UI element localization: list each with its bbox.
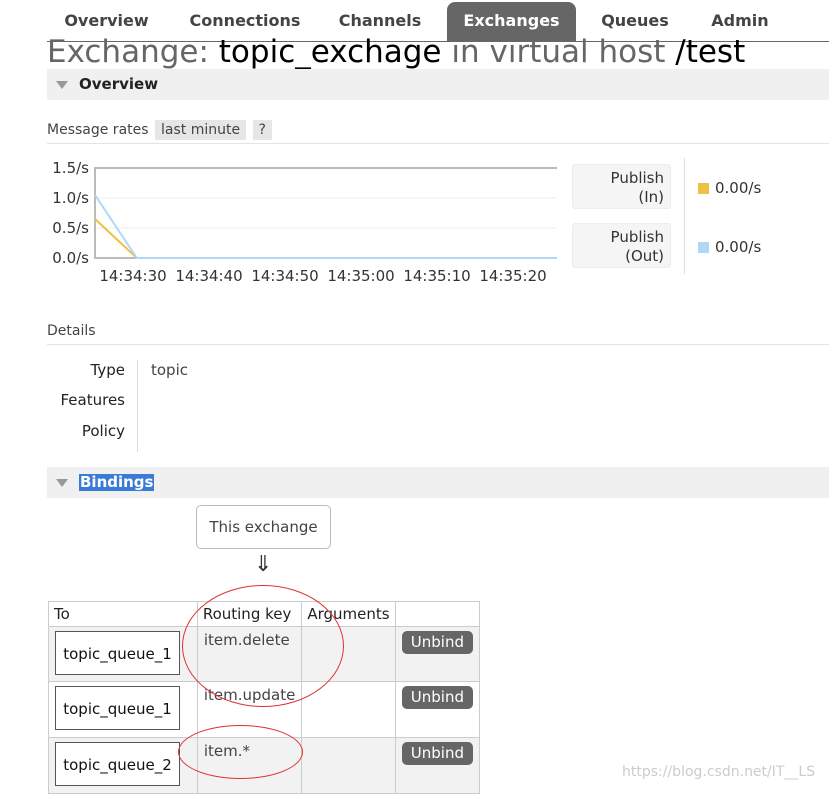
overview-header-label: Overview (79, 75, 159, 93)
type-value: topic (151, 361, 188, 379)
y-tick-label: 0.5/s (52, 219, 89, 237)
legend-publish-out[interactable]: Publish (Out) (572, 223, 671, 268)
queue-link[interactable]: topic_queue_1 (55, 686, 180, 730)
collapse-triangle-icon (56, 81, 68, 89)
queue-link[interactable]: topic_queue_1 (55, 631, 180, 675)
vhost-name: /test (675, 34, 746, 70)
bindings-section-header[interactable]: Bindings (47, 467, 829, 498)
page-title: Exchange: topic_exchage in virtual host … (47, 33, 745, 71)
unbind-button[interactable]: Unbind (401, 631, 473, 654)
legend-publish-out-l2: (Out) (625, 247, 664, 265)
help-button[interactable]: ? (252, 120, 272, 140)
title-prefix: Exchange: (47, 34, 209, 70)
down-arrow-icon: ⇓ (254, 552, 273, 577)
x-tick-label: 14:34:50 (251, 267, 318, 282)
legend-publish-in[interactable]: Publish (In) (572, 164, 671, 209)
exchange-name: topic_exchage (218, 34, 442, 70)
unbind-button[interactable]: Unbind (401, 686, 473, 709)
plot-frame (94, 167, 557, 259)
x-tick-label: 14:35:10 (403, 267, 470, 282)
features-label: Features (60, 391, 126, 409)
legend-divider (684, 158, 685, 274)
y-tick-label: 1.0/s (52, 189, 89, 207)
range-selector[interactable]: last minute (155, 120, 247, 140)
series-line-publish-in (94, 218, 557, 259)
bindings-header-label: Bindings (79, 473, 155, 491)
legend-publish-in-l2: (In) (638, 188, 664, 206)
details-divider (137, 360, 138, 452)
series-line-publish-out (94, 194, 557, 259)
x-tick-label: 14:34:40 (175, 267, 242, 282)
unbind-button[interactable]: Unbind (401, 742, 473, 765)
queue-link[interactable]: topic_queue_2 (55, 742, 180, 786)
y-tick-label: 1.5/s (52, 159, 89, 177)
annotation-ellipse (178, 725, 303, 779)
message-rates-label: Message rates (47, 122, 149, 138)
message-rates-row: Message rates last minute ? (47, 120, 829, 144)
publish-out-rate-value: 0.00/s (715, 238, 762, 256)
this-exchange-box: This exchange (196, 505, 331, 549)
overview-section-header[interactable]: Overview (47, 69, 829, 100)
message-rates-chart: 1.5/s 1.0/s 0.5/s 0.0/s 14:34:30 14:34:40 14:… (52, 159, 557, 282)
arguments-cell (301, 737, 396, 794)
x-tick-label: 14:34:30 (99, 267, 166, 282)
annotation-ellipse (182, 585, 344, 707)
publish-in-rate: 0.00/s (698, 178, 761, 198)
col-to: To (48, 601, 198, 627)
collapse-triangle-icon (56, 479, 68, 487)
x-tick-label: 14:35:20 (479, 267, 546, 282)
publish-in-swatch (698, 183, 709, 194)
watermark: https://blog.csdn.net/IT__LS (622, 764, 816, 780)
policy-label: Policy (81, 422, 125, 440)
legend-publish-in-l1: Publish (610, 169, 664, 187)
details-header-label: Details (47, 323, 96, 339)
title-mid: in virtual host (451, 34, 666, 70)
publish-out-swatch (698, 242, 709, 253)
x-tick-label: 14:35:00 (327, 267, 394, 282)
type-label: Type (90, 361, 125, 379)
legend-publish-out-l1: Publish (610, 228, 664, 246)
y-tick-label: 0.0/s (52, 249, 89, 267)
col-actions (394, 601, 481, 627)
publish-out-rate: 0.00/s (698, 237, 761, 257)
publish-in-rate-value: 0.00/s (715, 179, 762, 197)
details-header: Details (47, 323, 829, 345)
